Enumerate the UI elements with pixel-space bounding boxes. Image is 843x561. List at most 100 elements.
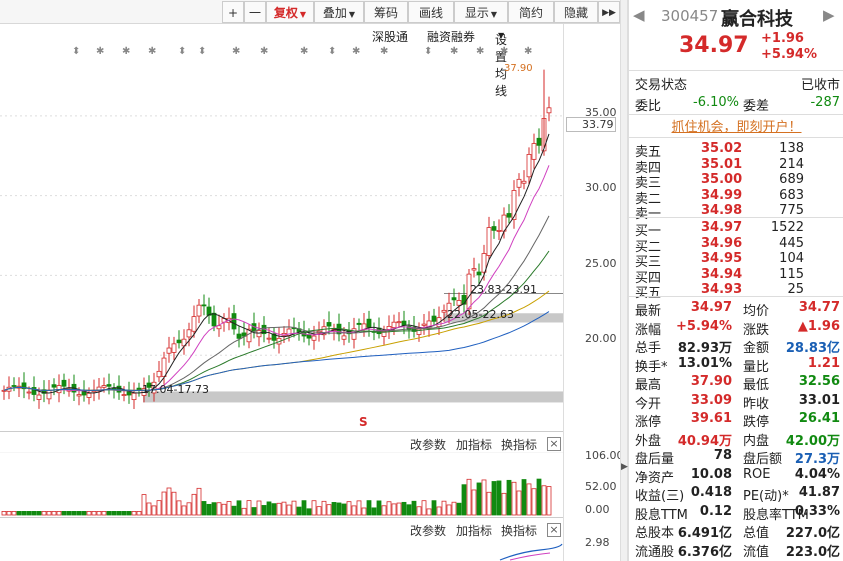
stat-row: 涨幅 +5.94% 涨跌 ▲1.96 bbox=[629, 318, 843, 338]
volume-bar bbox=[396, 502, 402, 516]
volume-bar bbox=[351, 505, 357, 516]
candle-body bbox=[76, 394, 82, 397]
candle-body bbox=[391, 321, 397, 328]
status-row: 交易状态 已收市 bbox=[629, 73, 843, 93]
chart-toolbar: + 一 复权 ▼ 叠加 ▼ 筹码 画线 显示 ▼ 简约 隐藏 ▶▶ bbox=[0, 0, 620, 24]
volume-bar bbox=[311, 500, 317, 516]
volume-bar bbox=[81, 511, 87, 516]
volume-bar bbox=[471, 489, 477, 516]
bid-row: 买二 34.96 445 bbox=[629, 235, 843, 255]
zoom-out-button[interactable]: 一 bbox=[244, 1, 266, 23]
change-params-button[interactable]: 改参数 bbox=[410, 436, 446, 453]
last-price: 34.97 bbox=[679, 33, 749, 58]
volume-bar bbox=[386, 501, 392, 516]
bid-row: 买四 34.94 115 bbox=[629, 266, 843, 286]
volume-bar bbox=[196, 487, 202, 516]
volume-bar bbox=[206, 503, 212, 516]
stat-value: 0.33% bbox=[794, 503, 840, 519]
volume-bar bbox=[441, 500, 447, 516]
add-indicator-button[interactable]: 加指标 bbox=[456, 436, 492, 453]
candle-body bbox=[491, 226, 497, 231]
overlay-button[interactable]: 叠加 ▼ bbox=[314, 1, 364, 23]
stat-row: 最新 34.97 均价 34.77 bbox=[629, 299, 843, 319]
collapse-arrow-icon[interactable]: ◀ bbox=[633, 6, 645, 24]
volume-bar bbox=[421, 500, 427, 516]
stat-row: 盘后量 78 盘后额 27.3万 bbox=[629, 447, 843, 467]
open-account-link[interactable]: 抓住机会，即刻开户！ bbox=[629, 116, 843, 135]
switch-indicator-button[interactable]: 换指标 bbox=[501, 522, 537, 539]
candle-body bbox=[456, 300, 462, 306]
close-icon[interactable]: × bbox=[547, 437, 561, 451]
candle-body bbox=[516, 178, 522, 188]
volume-bar bbox=[521, 479, 527, 516]
volume-bar bbox=[111, 511, 117, 516]
bid-price: 34.95 bbox=[701, 251, 743, 266]
expand-icon[interactable]: ▶▶ bbox=[598, 1, 620, 23]
candle-body bbox=[116, 385, 122, 393]
candle-body bbox=[26, 391, 32, 394]
volume-bar bbox=[221, 503, 227, 516]
candle-body bbox=[521, 180, 527, 184]
volume-chart[interactable] bbox=[0, 452, 563, 517]
add-indicator-button[interactable]: 加指标 bbox=[456, 522, 492, 539]
divider bbox=[629, 114, 843, 115]
chips-button[interactable]: 筹码 bbox=[364, 1, 408, 23]
volume-bar bbox=[126, 511, 132, 516]
volume-bar bbox=[71, 511, 77, 516]
stat-value: 4.04% bbox=[794, 466, 840, 482]
candle-body bbox=[486, 227, 492, 256]
candle-body bbox=[101, 385, 107, 388]
volume-bar bbox=[101, 511, 107, 516]
volume-bar bbox=[511, 481, 517, 516]
volume-bar bbox=[241, 507, 247, 516]
change-params-button[interactable]: 改参数 bbox=[410, 522, 446, 539]
volume-bar bbox=[256, 500, 262, 516]
candle-body bbox=[1, 389, 7, 392]
volume-bar bbox=[426, 508, 432, 516]
volume-bar bbox=[401, 501, 407, 516]
expand-arrow-icon[interactable]: ▶ bbox=[621, 462, 628, 472]
switch-indicator-button[interactable]: 换指标 bbox=[501, 436, 537, 453]
volume-bar bbox=[246, 500, 252, 516]
candle-body bbox=[511, 190, 517, 220]
volume-bar bbox=[66, 511, 72, 516]
stat-value: 82.93万 bbox=[677, 341, 732, 356]
fuquan-button[interactable]: 复权 ▼ bbox=[266, 1, 314, 23]
candle-body bbox=[196, 304, 202, 317]
volume-bar bbox=[496, 480, 502, 516]
stat-row: 外盘 40.94万 内盘 42.00万 bbox=[629, 429, 843, 449]
volume-bar bbox=[461, 484, 467, 516]
stat-label: PE(动)* bbox=[743, 489, 789, 504]
bid-row: 买一 34.97 1522 bbox=[629, 219, 843, 239]
y-tick: 20.00 bbox=[585, 332, 617, 345]
stat-label: 外盘 bbox=[635, 433, 662, 449]
hk-connect-link[interactable]: 深股通 bbox=[372, 28, 408, 45]
volume-bar bbox=[201, 501, 207, 516]
volume-bar bbox=[491, 481, 497, 516]
draw-line-button[interactable]: 画线 bbox=[408, 1, 454, 23]
stat-value: 78 bbox=[713, 448, 732, 463]
ask-price: 35.02 bbox=[701, 141, 743, 156]
candle-body bbox=[61, 379, 67, 387]
chevron-down-icon: ▼ bbox=[348, 10, 356, 19]
volume-bar bbox=[31, 511, 37, 516]
volume-bar bbox=[466, 478, 472, 516]
stat-label: 总手 bbox=[635, 341, 662, 356]
volume-bar bbox=[316, 506, 322, 516]
candlestick-chart[interactable] bbox=[0, 60, 563, 435]
ask-row: 卖三 35.00 689 bbox=[629, 171, 843, 191]
simple-button[interactable]: 简约 bbox=[508, 1, 554, 23]
volume-bar bbox=[21, 511, 27, 516]
margin-trading-link[interactable]: 融资融券 bbox=[427, 28, 475, 45]
volume-bar bbox=[336, 502, 342, 516]
candle-body bbox=[451, 297, 457, 301]
close-icon[interactable]: × bbox=[547, 523, 561, 537]
volume-bar bbox=[96, 511, 102, 516]
volume-bar bbox=[306, 508, 312, 516]
display-button[interactable]: 显示 ▼ bbox=[454, 1, 508, 23]
volume-bar bbox=[191, 493, 197, 516]
zoom-in-button[interactable]: + bbox=[222, 1, 244, 23]
panel-splitter[interactable]: ▶ bbox=[620, 0, 628, 561]
hide-button[interactable]: 隐藏 bbox=[554, 1, 598, 23]
next-arrow-icon[interactable]: ▶ bbox=[823, 6, 835, 24]
